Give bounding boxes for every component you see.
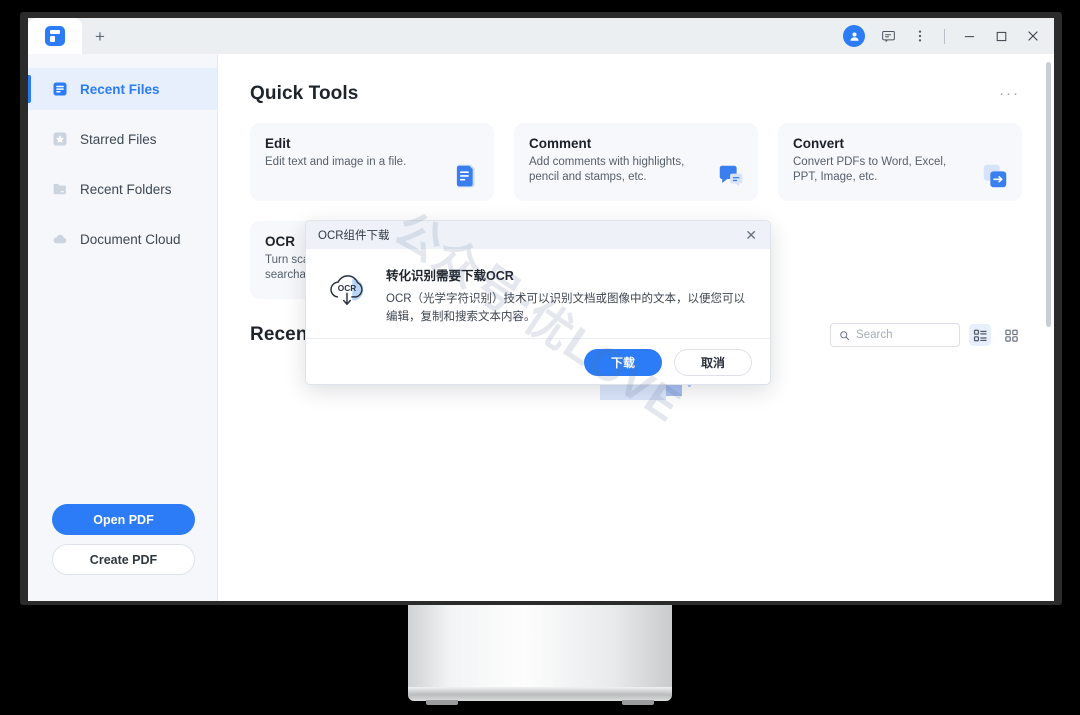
quick-tools-title: Quick Tools — [250, 82, 359, 104]
sidebar-item-label: Document Cloud — [80, 231, 181, 247]
titlebar-divider — [944, 28, 945, 44]
application-window: + Recent Files Starred Files Recent Fold… — [28, 18, 1054, 601]
sidebar-item-label: Starred Files — [80, 131, 157, 147]
account-avatar-icon — [843, 25, 865, 47]
open-pdf-button[interactable]: Open PDF — [52, 504, 195, 535]
tool-card-convert[interactable]: Convert Convert PDFs to Word, Excel, PPT… — [778, 123, 1022, 201]
document-cloud-icon — [53, 234, 67, 244]
tool-card-edit[interactable]: Edit Edit text and image in a file. — [250, 123, 494, 201]
tab-active-document[interactable] — [28, 18, 82, 54]
close-window-button[interactable] — [1018, 21, 1048, 51]
feedback-icon — [881, 30, 895, 42]
ocr-icon-label: OCR — [338, 283, 356, 293]
tool-title: Edit — [265, 136, 291, 151]
tool-title: Convert — [793, 136, 845, 151]
main-scrollbar[interactable] — [1046, 62, 1051, 327]
cancel-button[interactable]: 取消 — [674, 349, 752, 376]
titlebar-controls — [841, 18, 1054, 54]
dialog-footer: 下载 取消 — [306, 338, 770, 384]
account-button[interactable] — [841, 21, 871, 51]
dialog-description: OCR（光学字符识别）技术可以识别文档或图像中的文本，以便您可以编辑，复制和搜索… — [386, 293, 746, 323]
ocr-download-dialog: OCR组件下载 ✕ OCR 转化识别需要下载OCR OCR（光学字符识别）技术可… — [305, 220, 771, 385]
tool-description: Convert PDFs to Word, Excel, PPT, Image,… — [793, 156, 947, 184]
more-vertical-icon — [918, 30, 922, 42]
stand-foot-left — [426, 700, 458, 705]
starred-files-icon — [53, 132, 67, 146]
dialog-body: OCR 转化识别需要下载OCR OCR（光学字符识别）技术可以识别文档或图像中的… — [306, 249, 770, 338]
dialog-titlebar: OCR组件下载 ✕ — [306, 221, 770, 249]
sidebar-item-label: Recent Files — [80, 81, 160, 97]
stand-lip — [408, 687, 672, 701]
more-options-button[interactable] — [905, 21, 935, 51]
dialog-close-button[interactable]: ✕ — [741, 226, 761, 244]
comment-bubble-icon — [719, 165, 743, 187]
maximize-icon — [996, 31, 1006, 41]
dialog-heading: 转化识别需要下载OCR — [386, 269, 514, 283]
dialog-text-block: 转化识别需要下载OCR OCR（光学字符识别）技术可以识别文档或图像中的文本，以… — [386, 265, 752, 338]
window-titlebar: + — [28, 18, 1054, 54]
sidebar: Recent Files Starred Files Recent Folder… — [28, 54, 218, 601]
tool-title: Comment — [529, 136, 592, 151]
person-glyph — [849, 32, 859, 41]
close-icon — [1028, 31, 1038, 41]
pdf-app-logo-icon — [45, 26, 65, 46]
feedback-button[interactable] — [873, 21, 903, 51]
maximize-button[interactable] — [986, 21, 1016, 51]
sidebar-item-label: Recent Folders — [80, 181, 172, 197]
edit-document-icon — [456, 164, 475, 188]
sidebar-item-starred-files[interactable]: Starred Files — [28, 118, 217, 160]
tool-description: Add comments with highlights, pencil and… — [529, 156, 685, 184]
create-pdf-button[interactable]: Create PDF — [52, 544, 195, 575]
stand-foot-right — [622, 700, 654, 705]
sidebar-item-document-cloud[interactable]: Document Cloud — [28, 218, 217, 260]
monitor-stand — [408, 605, 672, 709]
dialog-title: OCR组件下载 — [318, 230, 390, 242]
stand-neck — [408, 605, 672, 689]
sidebar-item-recent-files[interactable]: Recent Files — [28, 68, 217, 110]
tool-card-comment[interactable]: Comment Add comments with highlights, pe… — [514, 123, 758, 201]
sidebar-items: Recent Files Starred Files Recent Folder… — [28, 54, 217, 268]
tool-description: Edit text and image in a file. — [265, 156, 407, 168]
recent-folders-icon — [53, 183, 66, 195]
new-tab-button[interactable]: + — [82, 18, 118, 54]
quick-tools-header: Quick Tools ··· — [250, 82, 1022, 105]
download-button[interactable]: 下载 — [584, 349, 662, 376]
ocr-cloud-download-icon: OCR — [330, 275, 364, 305]
minimize-icon — [964, 35, 974, 37]
quick-tools-more-button[interactable]: ··· — [997, 82, 1022, 105]
sidebar-item-recent-folders[interactable]: Recent Folders — [28, 168, 217, 210]
recent-files-icon — [53, 82, 67, 96]
convert-arrow-icon — [983, 164, 1007, 188]
sidebar-actions: Open PDF Create PDF — [28, 504, 217, 601]
minimize-button[interactable] — [954, 21, 984, 51]
